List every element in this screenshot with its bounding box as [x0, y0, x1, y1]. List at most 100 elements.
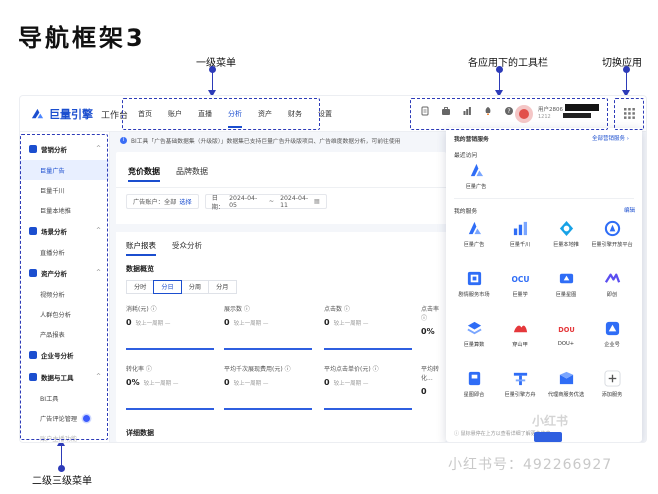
date-end: 2024-04-11: [280, 194, 309, 209]
metric-label: 展示数 ⓘ: [224, 306, 250, 313]
nav-item-home[interactable]: 首页: [130, 96, 160, 132]
service-star-combo[interactable]: 星图即合: [452, 370, 496, 398]
metric-cpm[interactable]: 平均千次展现费用(元) ⓘ 0 较上一周期 —: [224, 364, 291, 387]
nav-item-live[interactable]: 直播: [190, 96, 220, 132]
metric-impressions[interactable]: 展示数 ⓘ 0 较上一周期 —: [224, 304, 268, 327]
app-name: 巨量本地推: [553, 242, 579, 248]
tab-bid-data[interactable]: 竞价数据: [128, 166, 160, 182]
metric-label: 平均点击单价(元) ⓘ: [324, 366, 379, 373]
date-range-picker[interactable]: 日期： 2024-04-05 ~ 2024-04-11 ▦: [204, 194, 327, 211]
svg-text:OCU: OCU: [512, 275, 529, 284]
service-enterprise[interactable]: 企业号: [590, 320, 634, 348]
granularity-daily[interactable]: 分日: [153, 280, 182, 294]
sidebar-item-video-analysis[interactable]: 视频分析: [20, 284, 109, 304]
user-name[interactable]: 用户2806: [538, 105, 563, 113]
sidebar-group-label: 数据与工具: [41, 374, 74, 382]
granularity-weekly[interactable]: 分周: [180, 280, 210, 294]
recent-app-ocean-ads[interactable]: 巨量广告: [454, 162, 498, 190]
service-ocean-arithmetic[interactable]: 巨量算数: [452, 320, 496, 348]
all-services-link[interactable]: 全部营销服务 ›: [592, 134, 629, 142]
metric-label: 点击率 ⓘ: [421, 306, 440, 322]
metric-cpa[interactable]: 平均转化... 0: [421, 364, 446, 396]
service-local-push[interactable]: 巨量本地推: [544, 220, 588, 248]
sidebar-item-local-push[interactable]: 巨量本地推: [20, 200, 109, 220]
service-market[interactable]: 剧情服务市场: [452, 270, 496, 298]
granularity-hourly[interactable]: 分时: [126, 280, 155, 294]
sidebar-group-data-tools[interactable]: 数据与工具 ^: [20, 366, 109, 388]
document-icon[interactable]: [420, 106, 430, 116]
service-star-map[interactable]: 巨量星图: [544, 270, 588, 298]
service-qianchuan[interactable]: 巨量千川: [498, 220, 542, 248]
avatar[interactable]: [515, 105, 533, 123]
bar-chart-icon: [513, 221, 527, 236]
sidebar-group-marketing[interactable]: 营销分析 ^: [20, 138, 109, 160]
sidebar-item-product-report[interactable]: 产品报表: [20, 324, 109, 344]
sidebar-item-audience-analysis[interactable]: 人群包分析: [20, 304, 109, 324]
chevron-up-icon: ^: [95, 269, 101, 276]
sidebar-item-ocean-ads[interactable]: 巨量广告: [20, 160, 109, 180]
sidebar-item-live-analysis[interactable]: 直播分析: [20, 242, 109, 262]
metric-conversion-rate[interactable]: 转化率 ⓘ 0% 较上一周期 —: [126, 364, 178, 387]
metric-ctr[interactable]: 点击率 ⓘ 0%: [421, 304, 446, 336]
data-type-tabs: 竞价数据 品牌数据: [128, 166, 224, 182]
tools-icon: [29, 373, 37, 381]
nav-item-settings[interactable]: 设置: [310, 96, 340, 132]
agency-icon: [559, 371, 573, 385]
service-dou-plus[interactable]: DOU DOU+: [544, 320, 588, 347]
briefcase-icon[interactable]: [441, 106, 451, 116]
service-open-platform[interactable]: 巨量引擎开放平台: [590, 220, 634, 248]
metric-cost[interactable]: 消耗(元) ⓘ 0 较上一周期 —: [126, 304, 170, 327]
nav-item-account[interactable]: 账户: [160, 96, 190, 132]
metric-clicks[interactable]: 点击数 ⓘ 0 较上一周期 —: [324, 304, 368, 327]
service-ark[interactable]: 巨量引擎方舟: [498, 370, 542, 398]
service-ocean-ads[interactable]: 巨量广告: [452, 220, 496, 248]
my-service-list-heading: 我的服务: [454, 209, 478, 215]
service-pangolin[interactable]: 穿山甲: [498, 320, 542, 348]
metric-cpc[interactable]: 平均点击单价(元) ⓘ 0 较上一周期 —: [324, 364, 379, 387]
edit-services-link[interactable]: 编辑: [624, 206, 635, 214]
my-services-heading: 我的营销服务: [454, 137, 489, 143]
annotation-arrow-toolbar: [495, 66, 503, 97]
brand-logo[interactable]: 巨量引擎 工作台: [30, 106, 128, 122]
add-service-button[interactable]: 添加服务: [590, 370, 634, 398]
filter-row: 广告账户： 全部 选择 日期： 2024-04-05 ~ 2024-04-11 …: [126, 194, 333, 211]
app-grid-icon[interactable]: [624, 108, 635, 119]
sidebar-item-bi-tools[interactable]: BI工具: [20, 388, 109, 408]
sidebar-group-assets[interactable]: 资产分析 ^: [20, 262, 109, 284]
tab-account-report[interactable]: 账户报表: [126, 240, 156, 256]
service-agency[interactable]: 代理商服务优选: [544, 370, 588, 398]
tab-audience-analysis[interactable]: 受众分析: [172, 240, 202, 256]
account-select-link[interactable]: 选择: [179, 197, 191, 206]
granularity-monthly[interactable]: 分月: [208, 280, 237, 294]
nav-item-analysis[interactable]: 分析: [220, 96, 250, 132]
sidebar-group-label: 资产分析: [41, 270, 67, 278]
sidebar-group-scene[interactable]: 场景分析 ^: [20, 220, 109, 242]
overview-title: 数据概览: [126, 265, 154, 273]
workspace-label: 工作台: [101, 110, 129, 121]
tab-brand-data[interactable]: 品牌数据: [176, 166, 208, 182]
scene-icon: [29, 227, 37, 235]
location-icon: [559, 220, 573, 237]
app-name: 剧情服务市场: [458, 292, 490, 298]
star-map-icon: [559, 273, 573, 284]
service-ocean-learn[interactable]: OCU 巨量学: [498, 270, 542, 298]
service-jichuang[interactable]: 即创: [590, 270, 634, 298]
app-name: 巨量广告: [465, 184, 487, 190]
sidebar-item-comment-management[interactable]: 广告评论管理: [20, 408, 109, 428]
metric-compare: 较上一周期 —: [135, 321, 171, 327]
app-window: 巨量引擎 工作台 首页 账户 直播 分析 资产 财务 设置 ? 用户2806 1…: [20, 96, 646, 442]
sidebar-item-anchor[interactable]: 账户主播功能: [20, 428, 109, 443]
app-name: 巨量引擎开放平台: [591, 242, 633, 248]
nav-item-assets[interactable]: 资产: [250, 96, 280, 132]
help-icon[interactable]: ?: [504, 106, 514, 116]
rocket-icon[interactable]: [483, 106, 493, 116]
sidebar-group-enterprise[interactable]: 企业号分析: [20, 344, 109, 366]
nav-item-finance[interactable]: 财务: [280, 96, 310, 132]
account-filter[interactable]: 广告账户： 全部 选择: [126, 194, 199, 209]
chart-icon[interactable]: [462, 106, 472, 116]
main-panel: 竞价数据 品牌数据 广告账户： 全部 选择 日期： 2024-04-05 ~ 2…: [116, 152, 446, 442]
app-name: 星图即合: [463, 392, 485, 398]
metric-compare: 较上一周期 —: [143, 381, 179, 387]
sidebar-item-qianchuan[interactable]: 巨量千川: [20, 180, 109, 200]
calendar-icon: ▦: [313, 198, 320, 205]
